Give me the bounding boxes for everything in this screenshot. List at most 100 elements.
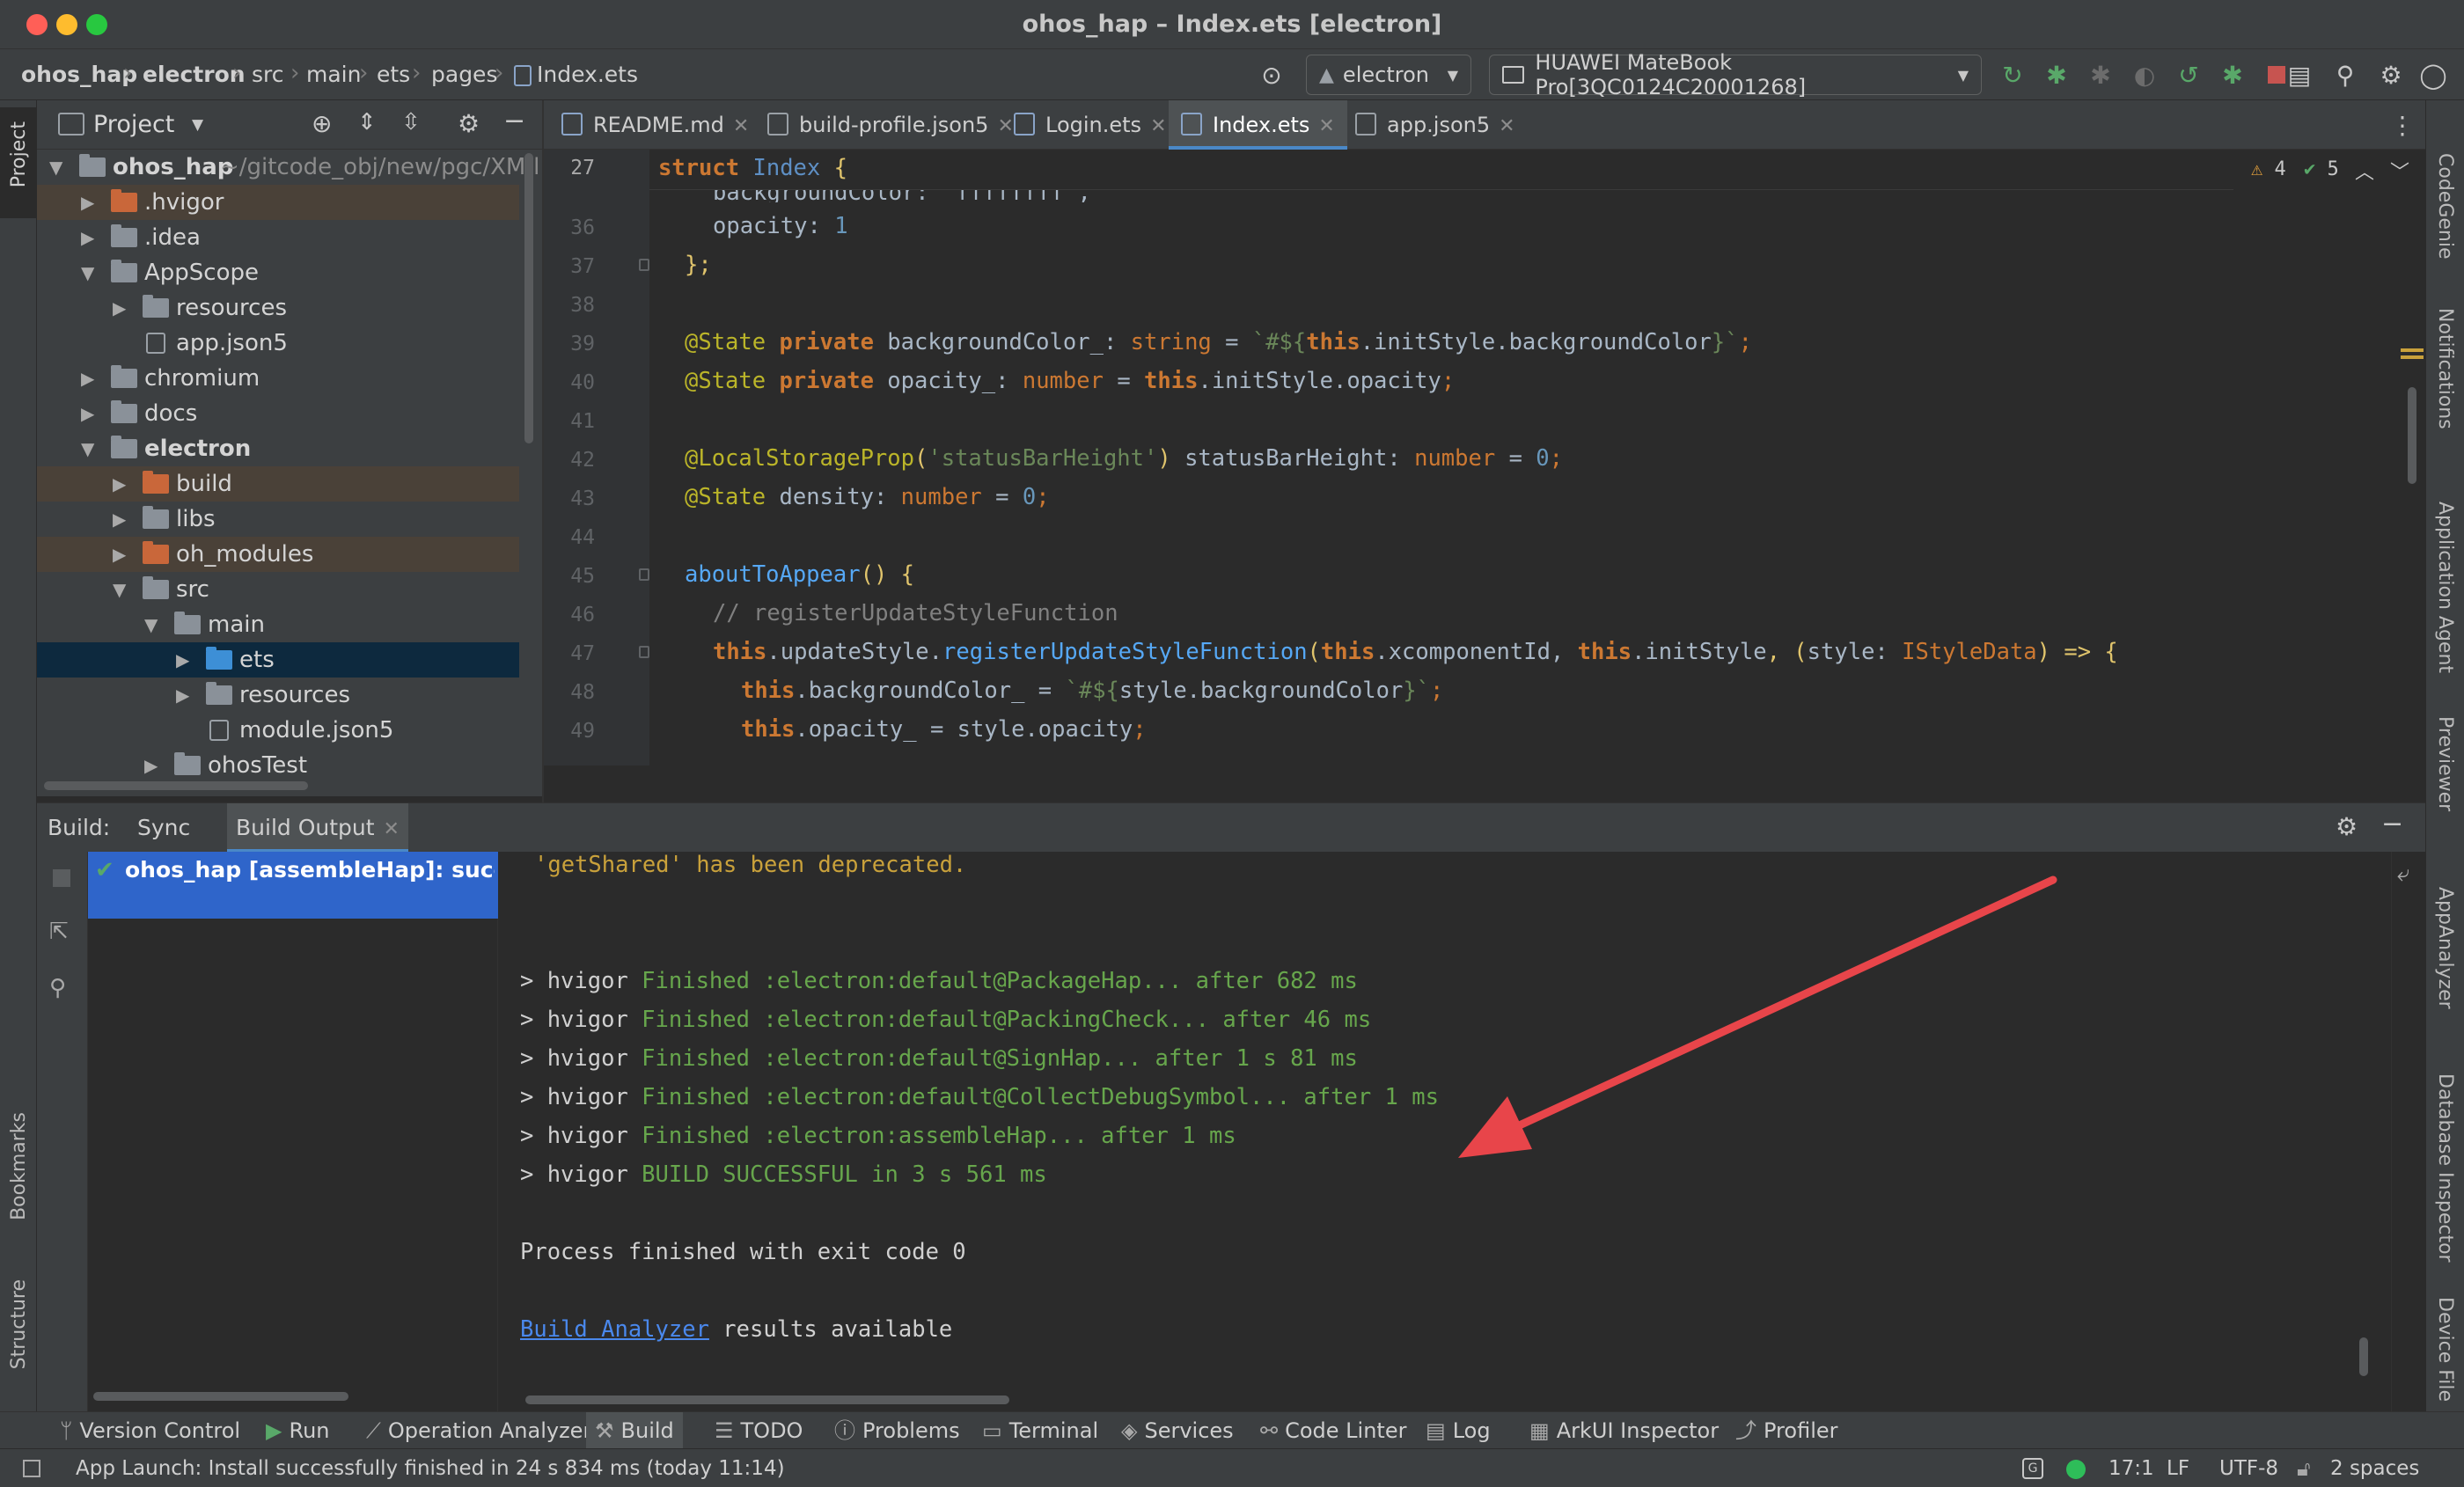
output-vertical-scrollbar[interactable] (2359, 1337, 2368, 1376)
tab-arkui-inspector[interactable]: ▦ ArkUI Inspector (1529, 1412, 1719, 1449)
build-output[interactable]: 'getShared' has been deprecated. > hvigo… (499, 852, 2391, 1411)
status-indicator-icon[interactable] (2066, 1460, 2086, 1479)
tab-build-profile[interactable]: build-profile.json5 ✕ (767, 100, 1014, 150)
debug-attach-icon[interactable]: ✱ (2218, 60, 2248, 90)
tree-item-hvigor[interactable]: ▶ .hvigor (37, 185, 519, 220)
output-horizontal-scrollbar[interactable] (525, 1395, 1009, 1404)
open-external-icon[interactable]: ⇱ (49, 919, 69, 945)
more-tabs-icon[interactable]: ⋮ (2390, 111, 2415, 140)
rerun-icon[interactable]: ↻ (1998, 60, 2028, 90)
check-icon[interactable]: ✔ 5 (2304, 158, 2339, 180)
tree-item-libs[interactable]: ▶ libs (37, 502, 519, 537)
breadcrumb-main[interactable]: main (306, 62, 361, 87)
toggle-panels-icon[interactable] (23, 1460, 40, 1477)
build-analyzer-link[interactable]: Build Analyzer (520, 1316, 709, 1343)
target-icon[interactable]: ⊙ (1257, 60, 1287, 90)
tree-item-docs[interactable]: ▶ docs (37, 396, 519, 431)
device-select[interactable]: HUAWEI MateBook Pro[3QC0124C20001268] ▼ (1489, 50, 1982, 99)
tab-todo[interactable]: ☰ TODO (715, 1412, 803, 1449)
close-icon[interactable]: ✕ (384, 818, 400, 840)
tree-item-main[interactable]: ▼ main (37, 607, 519, 642)
breadcrumb-file[interactable]: Index.ets (514, 62, 638, 87)
tab-readme[interactable]: README.md ✕ (561, 100, 749, 150)
tree-item-ets[interactable]: ▶ ets (37, 642, 519, 678)
tab-services[interactable]: ◈ Services (1121, 1412, 1234, 1449)
tree-item-main-resources[interactable]: ▶ resources (37, 678, 519, 713)
database-inspector-tool-button[interactable]: Database Inspector (2434, 1073, 2456, 1263)
lock-icon[interactable]: 🔓︎ (2297, 1456, 2311, 1481)
bookmarks-tool-button[interactable]: Bookmarks (8, 1112, 30, 1220)
tab-index[interactable]: Index.ets ✕ (1169, 100, 1347, 150)
tab-build[interactable]: ⚒ Build (586, 1412, 683, 1449)
build-tree-scrollbar[interactable] (93, 1392, 348, 1401)
tree-item-module-json5[interactable]: module.json5 (37, 713, 519, 748)
tree-item-root[interactable]: ▼ ohos_hap ~/gitcode_obj/new/pgc/XM/l (37, 150, 539, 185)
tab-problems[interactable]: ⓘ Problems (834, 1412, 960, 1449)
hide-panel-icon[interactable]: − (503, 106, 525, 136)
tree-item-ohostest[interactable]: ▶ ohosTest (37, 748, 519, 783)
tab-build-output[interactable]: Build Output ✕ (227, 803, 408, 853)
tree-item-oh-modules[interactable]: ▶ oh_modules (37, 537, 519, 572)
pin-icon[interactable]: ⚲ (49, 975, 66, 1001)
breadcrumb-project[interactable]: ohos_hap (21, 62, 137, 87)
tab-sync[interactable]: Sync (137, 803, 190, 853)
warning-marker[interactable] (2401, 355, 2424, 359)
code-editor[interactable]: struct Index { backgroundColor: 'fffffff… (649, 150, 2425, 765)
previous-highlight-icon[interactable]: ︿ (2355, 157, 2374, 185)
tree-item-appscope-resources[interactable]: ▶ resources (37, 290, 519, 326)
file-encoding[interactable]: UTF-8 (2219, 1449, 2278, 1487)
attach-debugger-icon[interactable]: ✱ (2086, 60, 2116, 90)
tree-item-src[interactable]: ▼ src (37, 572, 519, 607)
editor-vertical-scrollbar[interactable] (2408, 387, 2416, 484)
application-agent-tool-button[interactable]: Application Agent (2434, 502, 2456, 673)
debug-icon[interactable]: ✱ (2042, 60, 2072, 90)
locate-icon[interactable]: ⊕ (312, 109, 332, 138)
close-icon[interactable]: ✕ (1318, 115, 1334, 137)
warning-marker[interactable] (2401, 348, 2424, 352)
project-horizontal-scrollbar[interactable] (44, 781, 308, 790)
profile-icon[interactable]: ◐ (2130, 60, 2160, 90)
build-tree-item-selected[interactable]: ✔ ohos_hap [assembleHap]: success (88, 852, 498, 919)
close-icon[interactable]: ✕ (997, 115, 1013, 137)
codegenie-status-icon[interactable]: G (2022, 1458, 2043, 1479)
tree-item-appscope[interactable]: ▼ AppScope (37, 255, 519, 290)
tree-item-app-json5[interactable]: app.json5 (37, 326, 519, 361)
chevron-down-icon[interactable]: ▼ (192, 116, 203, 134)
tab-operation-analyzer[interactable]: ⟋ Operation Analyzer (366, 1412, 591, 1449)
project-structure-icon[interactable]: ▤ (2284, 60, 2314, 90)
gear-icon[interactable]: ⚙ (2336, 812, 2358, 841)
structure-tool-button[interactable]: Structure (8, 1279, 30, 1369)
hide-panel-icon[interactable]: − (2381, 809, 2403, 839)
tab-version-control[interactable]: ᛘ Version Control (60, 1412, 240, 1449)
tab-terminal[interactable]: ▭ Terminal (982, 1412, 1098, 1449)
project-vertical-scrollbar[interactable] (524, 153, 533, 443)
tab-code-linter[interactable]: ⚯ Code Linter (1260, 1412, 1406, 1449)
close-icon[interactable]: ✕ (733, 115, 749, 137)
tree-item-chromium[interactable]: ▶ chromium (37, 361, 519, 396)
tab-run[interactable]: ▶ Run (266, 1412, 330, 1449)
breadcrumb-module[interactable]: electron (143, 62, 246, 87)
stop-icon[interactable] (53, 869, 70, 887)
gear-icon[interactable]: ⚙ (458, 109, 480, 138)
device-file-tool-button[interactable]: Device File (2434, 1297, 2456, 1402)
line-separator[interactable]: LF (2167, 1449, 2189, 1487)
tree-item-idea[interactable]: ▶ .idea (37, 220, 519, 255)
gear-icon[interactable]: ⚙ (2376, 60, 2406, 90)
project-tool-button[interactable]: Project (0, 107, 37, 218)
search-icon[interactable]: ⚲ (2330, 60, 2360, 90)
status-message[interactable]: App Launch: Install successfully finishe… (76, 1449, 785, 1487)
appanalyzer-tool-button[interactable]: AppAnalyzer (2434, 887, 2456, 1009)
indent-setting[interactable]: 2 spaces (2330, 1449, 2419, 1487)
tree-item-electron[interactable]: ▼ electron (37, 431, 519, 466)
expand-all-icon[interactable]: ⇕ (357, 109, 377, 136)
fold-marker-icon[interactable] (639, 568, 649, 581)
tab-login[interactable]: Login.ets ✕ (1014, 100, 1167, 150)
fold-marker-icon[interactable] (639, 259, 649, 271)
user-icon[interactable]: ◯ (2418, 60, 2448, 90)
soft-wrap-icon[interactable]: ⤶ (2397, 861, 2410, 888)
module-select[interactable]: ▲ electron ▼ (1306, 55, 1471, 95)
close-icon[interactable]: ✕ (1499, 115, 1514, 137)
previewer-tool-button[interactable]: Previewer (2434, 716, 2456, 811)
breadcrumb-pages[interactable]: pages (431, 62, 497, 87)
caret-position[interactable]: 17:1 (2108, 1449, 2154, 1487)
